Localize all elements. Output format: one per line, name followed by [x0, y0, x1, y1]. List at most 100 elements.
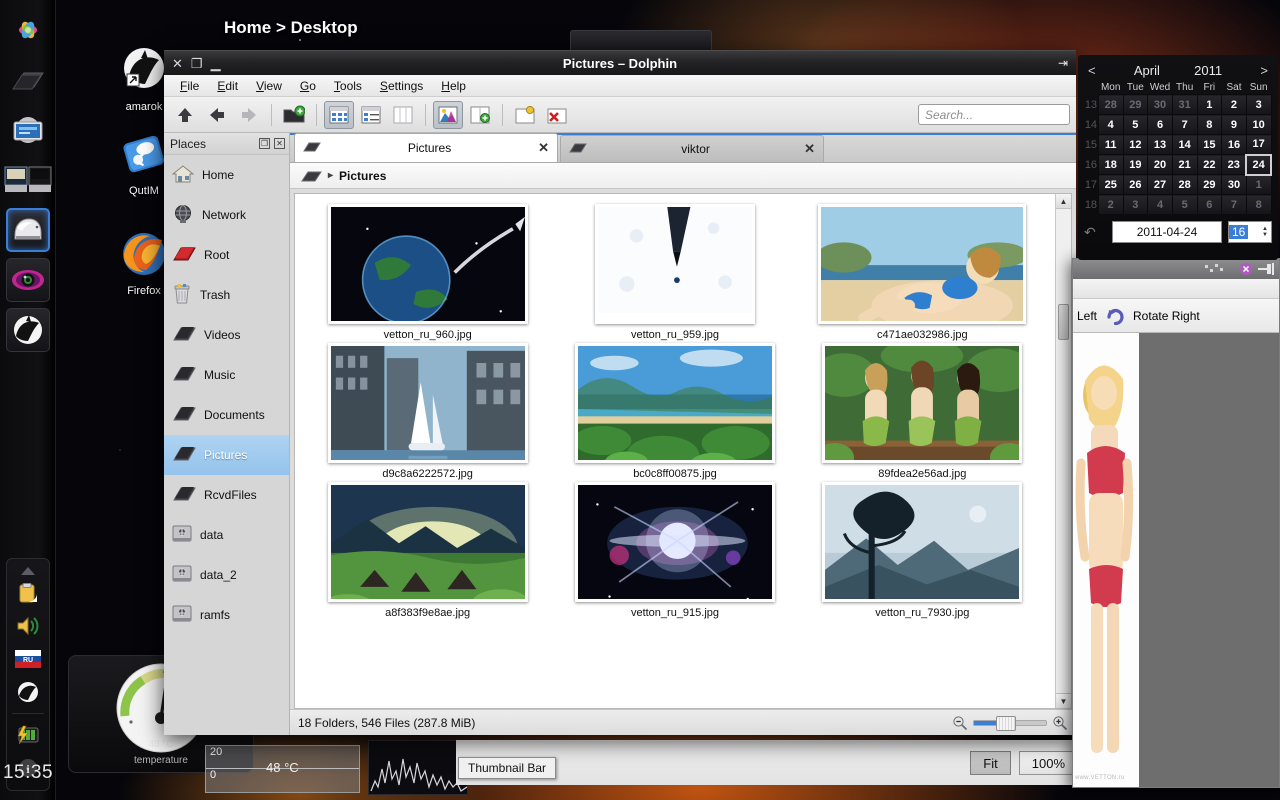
dock-item-gwenview[interactable]: [5, 258, 50, 302]
columns-view-button[interactable]: [388, 101, 418, 129]
hundred-percent-button[interactable]: 100%: [1018, 751, 1078, 775]
calendar-day[interactable]: 3: [1245, 94, 1272, 115]
calendar-day[interactable]: 7: [1171, 114, 1198, 135]
file-item[interactable]: vetton_ru_960.jpg: [307, 204, 548, 341]
file-item[interactable]: vetton_ru_7930.jpg: [802, 482, 1043, 619]
dock-item-amarok[interactable]: [5, 308, 50, 352]
place-item-trash[interactable]: Trash: [164, 275, 289, 315]
calendar-day[interactable]: 24: [1245, 153, 1272, 176]
tray-item-battery[interactable]: [13, 720, 43, 750]
calendar-day[interactable]: 16: [1221, 134, 1247, 155]
calendar-day[interactable]: 10: [1245, 114, 1272, 135]
calendar-day[interactable]: 6: [1196, 194, 1223, 215]
calendar-day[interactable]: 18: [1097, 154, 1124, 175]
calendar-month[interactable]: April: [1134, 63, 1160, 78]
calendar-day[interactable]: 4: [1147, 194, 1173, 215]
tab-close-icon[interactable]: ✕: [538, 140, 549, 156]
calendar-day[interactable]: 25: [1097, 174, 1124, 195]
calendar-day[interactable]: 1: [1196, 94, 1223, 115]
search-input[interactable]: Search...: [918, 104, 1070, 125]
new-tab-button[interactable]: [510, 101, 540, 129]
file-thumbnail[interactable]: [327, 482, 528, 602]
tab-pictures[interactable]: Pictures ✕: [294, 133, 558, 162]
file-thumbnail[interactable]: [594, 204, 755, 324]
split-button[interactable]: [465, 101, 495, 129]
file-item[interactable]: bc0c8ff00875.jpg: [554, 343, 795, 480]
viewer-canvas[interactable]: www.VETTON.ru: [1073, 333, 1279, 787]
back-button[interactable]: [202, 101, 232, 129]
calendar-day[interactable]: 31: [1171, 94, 1198, 115]
calendar-day[interactable]: 29: [1122, 94, 1149, 115]
place-item-music[interactable]: Music: [164, 355, 289, 395]
calendar-day[interactable]: 28: [1171, 174, 1198, 195]
calendar-day[interactable]: 3: [1122, 194, 1149, 215]
close-icon[interactable]: [1239, 262, 1253, 276]
calendar-day[interactable]: 8: [1196, 114, 1223, 135]
up-button[interactable]: [170, 101, 200, 129]
calendar-day[interactable]: 4: [1097, 114, 1124, 135]
scroll-up-icon[interactable]: ▲: [1056, 194, 1071, 209]
maximize-icon[interactable]: ❐: [191, 57, 203, 70]
file-item[interactable]: d9c8a6222572.jpg: [307, 343, 548, 480]
rotate-right-icon[interactable]: [1105, 306, 1125, 326]
calendar-day[interactable]: 6: [1147, 114, 1173, 135]
calendar-day[interactable]: 2: [1221, 94, 1247, 115]
zoom-slider[interactable]: [973, 715, 1047, 731]
calendar-day[interactable]: 30: [1147, 94, 1173, 115]
calendar-day[interactable]: 20: [1147, 154, 1173, 175]
pin-icon[interactable]: [1257, 262, 1275, 276]
calendar-prev-button[interactable]: <: [1084, 63, 1100, 78]
preview-button[interactable]: [433, 100, 463, 129]
zoom-out-icon[interactable]: [952, 715, 968, 731]
place-item-data[interactable]: data: [164, 515, 289, 555]
place-item-videos[interactable]: Videos: [164, 315, 289, 355]
calendar-week-spinner[interactable]: ▲ ▼: [1262, 226, 1271, 238]
tray-expand-arrow-icon[interactable]: [21, 567, 35, 575]
place-item-data_2[interactable]: data_2: [164, 555, 289, 595]
place-item-pictures[interactable]: Pictures: [164, 435, 289, 475]
minimize-icon[interactable]: ▁: [211, 57, 221, 70]
dock-item-dolphin[interactable]: [5, 208, 50, 252]
file-thumbnail[interactable]: [822, 482, 1023, 602]
scroll-down-icon[interactable]: ▼: [1056, 693, 1071, 708]
menu-file[interactable]: File: [172, 77, 207, 95]
calendar-day[interactable]: 11: [1097, 134, 1124, 155]
calendar-day[interactable]: 9: [1221, 114, 1247, 135]
calendar-day[interactable]: 29: [1196, 174, 1223, 195]
details-view-button[interactable]: [356, 101, 386, 129]
calendar-day[interactable]: 23: [1221, 154, 1247, 175]
menu-view[interactable]: View: [248, 77, 290, 95]
dock-item-kde-menu[interactable]: [6, 8, 50, 52]
calendar-day[interactable]: 7: [1221, 194, 1247, 215]
forward-button[interactable]: [234, 101, 264, 129]
pin-icon[interactable]: ⇥: [1058, 56, 1068, 70]
calendar-date-field[interactable]: 2011-04-24: [1112, 221, 1222, 243]
file-thumbnail[interactable]: [822, 343, 1023, 463]
calendar-day[interactable]: 22: [1196, 154, 1223, 175]
tray-item-volume[interactable]: [13, 611, 43, 641]
place-item-home[interactable]: Home: [164, 155, 289, 195]
calendar-day[interactable]: 28: [1097, 94, 1124, 115]
close-tab-button[interactable]: [542, 101, 572, 129]
new-folder-button[interactable]: [279, 101, 309, 129]
menu-settings[interactable]: Settings: [372, 77, 431, 95]
calendar-day[interactable]: 5: [1122, 114, 1149, 135]
calendar-day[interactable]: 15: [1196, 134, 1223, 155]
calendar-day[interactable]: 14: [1171, 134, 1198, 155]
calendar-day[interactable]: 12: [1122, 134, 1149, 155]
file-item[interactable]: 89fdea2e56ad.jpg: [802, 343, 1043, 480]
undock-icon[interactable]: ❐: [259, 138, 270, 149]
calendar-day[interactable]: 26: [1122, 174, 1149, 195]
file-thumbnail[interactable]: [818, 204, 1027, 324]
dock-item-folder[interactable]: [6, 58, 50, 102]
scrollbar-thumb[interactable]: [1058, 304, 1069, 340]
file-item[interactable]: c471ae032986.jpg: [802, 204, 1043, 341]
tab-close-icon[interactable]: ✕: [804, 141, 815, 157]
calendar-day[interactable]: 27: [1147, 174, 1173, 195]
calendar-day[interactable]: 13: [1147, 134, 1173, 155]
tab-viktor[interactable]: viktor ✕: [560, 135, 824, 162]
calendar-week-field[interactable]: 16 ▲ ▼: [1228, 221, 1272, 243]
file-item[interactable]: vetton_ru_915.jpg: [554, 482, 795, 619]
calendar-day[interactable]: 1: [1245, 174, 1272, 195]
vertical-scrollbar[interactable]: ▲ ▼: [1055, 194, 1071, 708]
